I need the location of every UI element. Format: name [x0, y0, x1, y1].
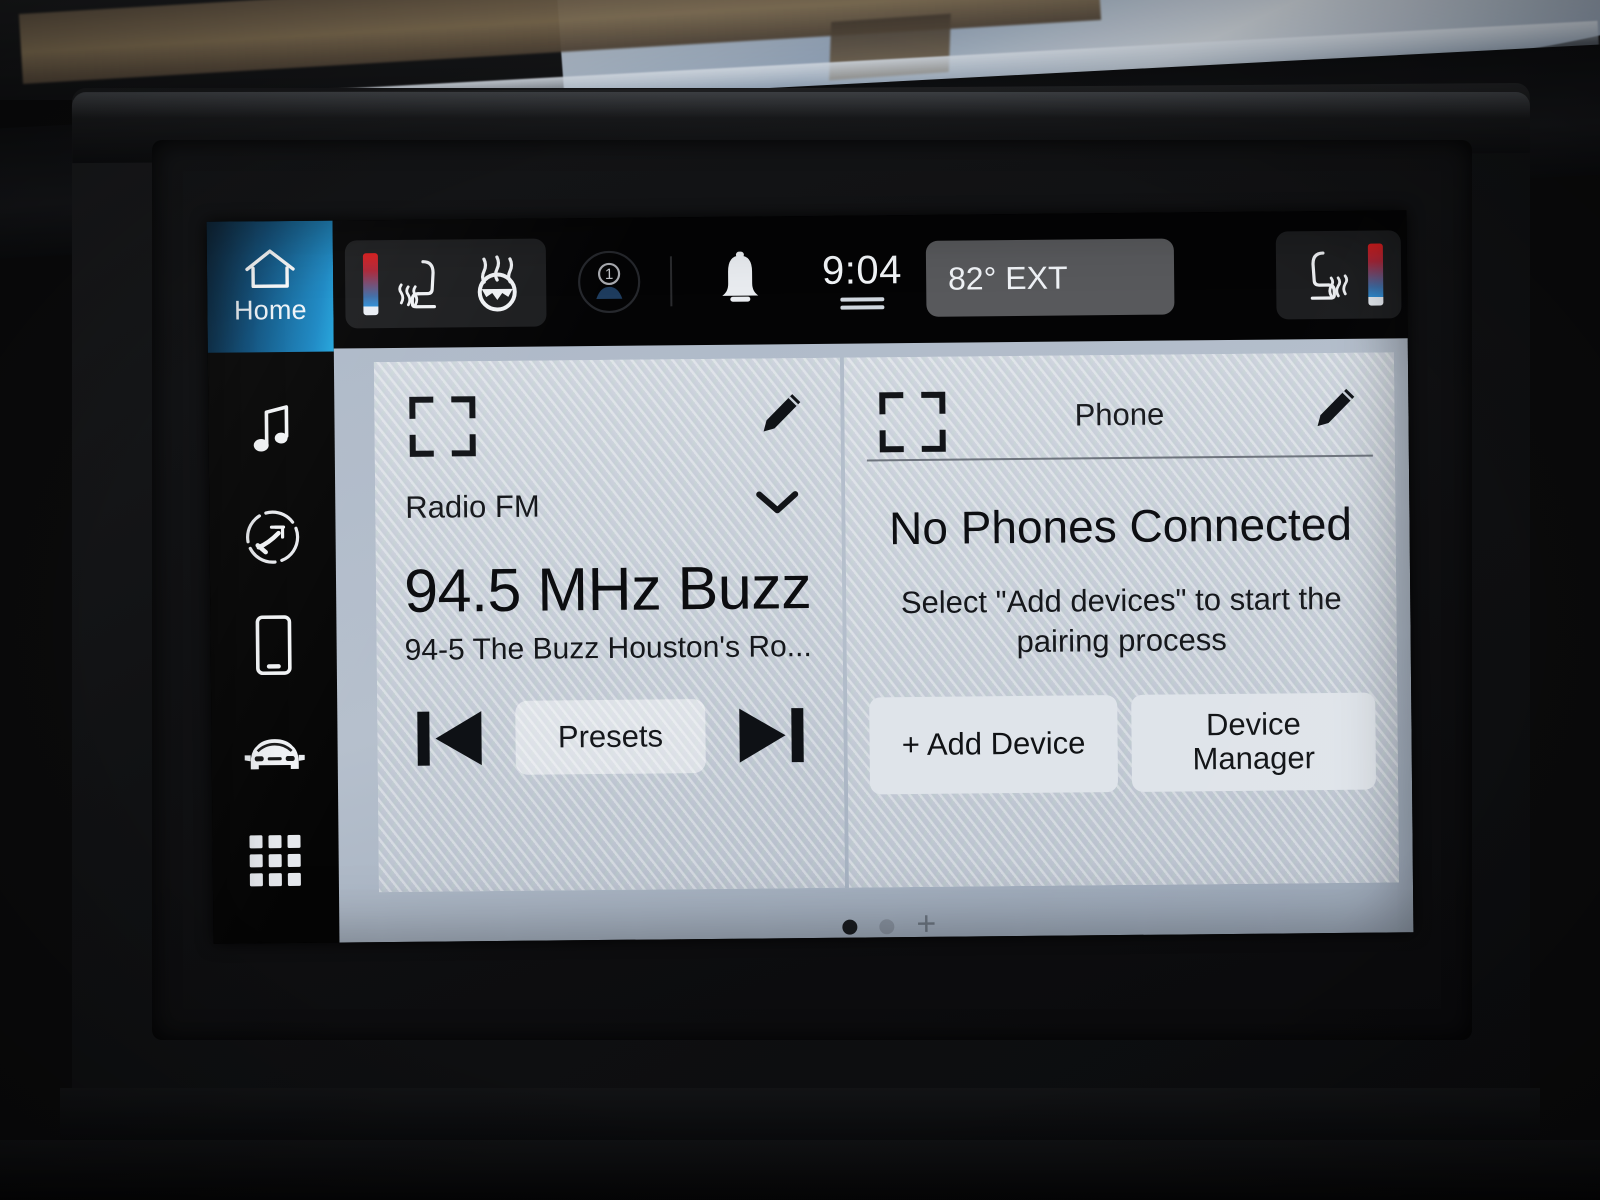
- pencil-icon[interactable]: [1310, 385, 1359, 438]
- add-device-button[interactable]: + Add Device: [869, 694, 1119, 795]
- phone-pairing-hint: Select "Add devices" to start the pairin…: [900, 581, 1342, 659]
- skip-next-icon[interactable]: [733, 702, 810, 769]
- center-console-panel: [0, 1140, 1600, 1200]
- radio-card-header: [374, 358, 841, 458]
- phone-device-icon: [253, 614, 294, 681]
- skip-previous-icon[interactable]: [411, 705, 488, 772]
- sidebar-item-apps[interactable]: [233, 826, 318, 901]
- heated-seat-icon[interactable]: [392, 254, 453, 313]
- notifications-group[interactable]: [694, 236, 787, 325]
- passenger-climate-area: [1266, 230, 1408, 320]
- presets-button[interactable]: Presets: [515, 699, 706, 775]
- status-bar: 1 9:04 82° EXT: [332, 210, 1408, 349]
- phone-card-header: Phone: [844, 352, 1395, 453]
- sidebar-item-climate[interactable]: [230, 502, 315, 577]
- device-manager-button[interactable]: Device Manager: [1131, 692, 1377, 792]
- sidebar-item-vehicle[interactable]: [232, 718, 317, 793]
- radio-station-info: 94-5 The Buzz Houston's Ro...: [404, 629, 812, 667]
- driver-profile-icon[interactable]: 1: [576, 249, 643, 316]
- driver-temperature-bar-icon[interactable]: [362, 253, 379, 316]
- phone-action-buttons: + Add Device Device Manager: [847, 658, 1398, 795]
- radio-source-selector[interactable]: Radio FM: [375, 454, 842, 526]
- phone-card[interactable]: Phone No Phones Connected Select "Add de…: [843, 352, 1399, 888]
- sidebar-icon-list: [208, 352, 340, 944]
- apps-grid-icon: [246, 831, 305, 895]
- svg-text:1: 1: [605, 266, 614, 283]
- driver-climate-group[interactable]: [344, 238, 547, 329]
- exterior-temperature-pill[interactable]: 82° EXT: [925, 238, 1175, 317]
- phone-connection-status: No Phones Connected: [888, 497, 1353, 555]
- heated-steering-wheel-icon[interactable]: [466, 253, 529, 314]
- bell-icon[interactable]: [712, 249, 769, 312]
- page-dot-2[interactable]: [879, 918, 895, 934]
- sidebar-item-home-label: Home: [233, 294, 307, 326]
- radio-card[interactable]: Radio FM 94.5 MHz Buzz 94-5 The Buzz Hou…: [373, 357, 845, 893]
- sidebar-rail: Home: [206, 220, 340, 944]
- expand-brackets-icon[interactable]: [408, 395, 477, 463]
- music-note-icon: [248, 402, 295, 461]
- home-content: Radio FM 94.5 MHz Buzz 94-5 The Buzz Hou…: [333, 338, 1414, 943]
- dashboard-photo: Home 1 9:04 82° EXT Radio FM 94.5 MHz Bu…: [0, 0, 1600, 1200]
- pencil-icon[interactable]: [756, 390, 805, 443]
- heated-seat-icon[interactable]: [1294, 246, 1355, 305]
- passenger-climate-group[interactable]: [1275, 230, 1402, 320]
- driver-profile-group[interactable]: 1: [558, 237, 661, 326]
- clock[interactable]: 9:04: [821, 247, 903, 310]
- radio-station-name: 94.5 MHz Buzz: [403, 552, 812, 625]
- climate-airflow-icon: [242, 507, 303, 573]
- vehicle-front-icon: [240, 729, 309, 783]
- card-row: Radio FM 94.5 MHz Buzz 94-5 The Buzz Hou…: [373, 352, 1399, 893]
- panel-drag-handle-icon[interactable]: [840, 296, 885, 310]
- exterior-temperature-value: 82° EXT: [947, 259, 1068, 297]
- sidebar-item-media[interactable]: [229, 395, 314, 470]
- page-dot-1[interactable]: [842, 919, 858, 935]
- sidebar-item-phone[interactable]: [231, 610, 316, 685]
- chevron-down-icon[interactable]: [755, 489, 799, 520]
- infotainment-screen: Home 1 9:04 82° EXT Radio FM 94.5 MHz Bu…: [206, 210, 1414, 944]
- bezel-bottom-edge: [60, 1088, 1540, 1148]
- sidebar-item-home[interactable]: Home: [206, 220, 334, 353]
- status-divider: [669, 256, 673, 307]
- radio-transport-controls: Presets: [377, 664, 844, 776]
- add-page-icon[interactable]: +: [916, 905, 936, 943]
- radio-source-label: Radio FM: [405, 488, 540, 525]
- passenger-temperature-bar-icon[interactable]: [1367, 243, 1384, 306]
- clock-time: 9:04: [821, 247, 903, 293]
- home-icon: [242, 247, 298, 292]
